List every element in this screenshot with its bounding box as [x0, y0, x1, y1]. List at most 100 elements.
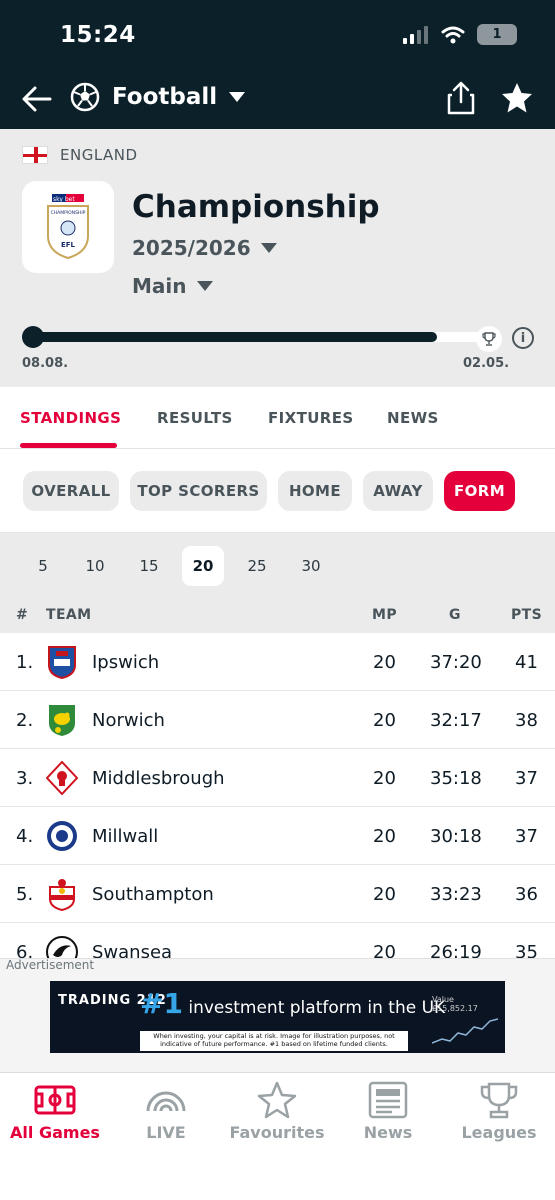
row-goals: 33:23	[430, 884, 482, 905]
tab-results[interactable]: RESULTS	[157, 409, 233, 427]
row-goals: 37:20	[430, 652, 482, 673]
row-rank: 2.	[16, 710, 34, 731]
back-button[interactable]	[20, 82, 54, 116]
filter-form[interactable]: FORM	[444, 471, 515, 511]
info-icon[interactable]: i	[512, 327, 534, 349]
favourite-star-button[interactable]	[500, 81, 534, 115]
form-option-15[interactable]: 15	[128, 546, 170, 586]
trophy-icon	[476, 326, 502, 352]
league-header: ENGLAND sky bet CHAMPIONSHIP EFL Champio…	[0, 129, 555, 387]
header-pts[interactable]: PTS	[511, 607, 542, 623]
season-selector[interactable]: 2025/2026	[132, 236, 277, 260]
standings-table: 1. Ipswich 20 37:20 41 2. Norwich 20 32:…	[0, 633, 555, 958]
nav-favourites-label: Favourites	[229, 1123, 325, 1142]
millwall-crest-icon	[47, 821, 77, 851]
ad-value-label: Value	[432, 995, 454, 1004]
newspaper-icon	[368, 1081, 408, 1119]
country-label: ENGLAND	[60, 146, 138, 164]
row-team: Norwich	[92, 710, 165, 731]
stage-selector[interactable]: Main	[132, 274, 213, 298]
form-option-5[interactable]: 5	[22, 546, 64, 586]
nav-leagues[interactable]: Leagues	[444, 1081, 554, 1142]
top-bar: 15:24 1 Football	[0, 0, 555, 129]
standings-table-header: # TEAM MP G PTS	[0, 599, 555, 633]
header-goals[interactable]: G	[449, 607, 461, 623]
nav-news-label: News	[363, 1123, 413, 1142]
filter-top-scorers[interactable]: TOP SCORERS	[130, 471, 267, 511]
row-team: Ipswich	[92, 652, 160, 673]
pitch-icon	[34, 1085, 76, 1115]
table-row[interactable]: 3. Middlesbrough 20 35:18 37	[0, 749, 555, 807]
football-icon	[70, 82, 100, 112]
row-mp: 20	[373, 942, 396, 958]
filter-home[interactable]: HOME	[278, 471, 352, 511]
ad-disclaimer: When investing, your capital is at risk.…	[140, 1031, 408, 1051]
row-rank: 3.	[16, 768, 34, 789]
country-row: ENGLAND	[22, 146, 138, 164]
logo-sponsor-text: sky bet	[53, 196, 75, 203]
status-time: 15:24	[60, 22, 136, 48]
ad-headline: #1 investment platform in the UK	[140, 987, 445, 1020]
nav-news[interactable]: News	[333, 1081, 443, 1142]
form-option-30[interactable]: 30	[290, 546, 332, 586]
logo-league-text: CHAMPIONSHIP	[51, 210, 86, 216]
logo-efl-text: EFL	[61, 241, 76, 249]
championship-logo-icon: sky bet CHAMPIONSHIP EFL	[47, 194, 89, 260]
filter-away[interactable]: AWAY	[363, 471, 433, 511]
nav-all-games-label: All Games	[10, 1123, 100, 1142]
progress-knob	[22, 326, 44, 348]
filter-overall[interactable]: OVERALL	[23, 471, 119, 511]
table-row[interactable]: 6. Swansea 20 26:19 35	[0, 923, 555, 958]
chevron-down-icon	[260, 243, 277, 253]
chevron-down-icon	[196, 281, 213, 291]
form-match-count-selector: 5 10 15 20 25 30	[0, 533, 555, 599]
progress-fill	[32, 332, 437, 342]
signal-icon	[403, 25, 428, 44]
sport-selector[interactable]: Football	[70, 82, 246, 112]
ad-headline-rank: #1	[140, 987, 183, 1020]
status-icons: 1	[403, 24, 517, 45]
season-label: 2025/2026	[132, 236, 251, 260]
southampton-crest-icon	[49, 879, 75, 911]
row-mp: 20	[373, 768, 396, 789]
row-mp: 20	[373, 652, 396, 673]
table-row[interactable]: 4. Millwall 20 30:18 37	[0, 807, 555, 865]
form-option-25[interactable]: 25	[236, 546, 278, 586]
table-row[interactable]: 1. Ipswich 20 37:20 41	[0, 633, 555, 691]
header-mp[interactable]: MP	[372, 607, 397, 623]
active-tab-indicator	[20, 443, 117, 448]
england-flag-icon	[22, 146, 48, 164]
sport-label: Football	[112, 84, 218, 110]
table-row[interactable]: 2. Norwich 20 32:17 38	[0, 691, 555, 749]
league-title: Championship	[132, 189, 380, 225]
share-button[interactable]	[445, 80, 477, 116]
nav-all-games[interactable]: All Games	[0, 1081, 110, 1142]
table-row[interactable]: 5. Southampton 20 33:23 36	[0, 865, 555, 923]
nav-live[interactable]: LIVE	[111, 1081, 221, 1142]
trophy-icon	[480, 1082, 518, 1119]
tab-standings[interactable]: STANDINGS	[20, 409, 121, 427]
row-mp: 20	[373, 884, 396, 905]
tab-news[interactable]: NEWS	[387, 409, 439, 427]
header-team: TEAM	[46, 607, 92, 623]
row-team: Millwall	[92, 826, 159, 847]
ad-headline-text: investment platform in the UK	[188, 998, 446, 1018]
ad-value-amount: £15,852.17	[432, 1004, 478, 1013]
ad-banner[interactable]: TRADING 212 #1 investment platform in th…	[50, 981, 505, 1053]
nav-leagues-label: Leagues	[461, 1123, 537, 1142]
tab-fixtures[interactable]: FIXTURES	[268, 409, 354, 427]
nav-favourites[interactable]: Favourites	[222, 1081, 332, 1142]
live-icon	[146, 1091, 186, 1112]
row-goals: 35:18	[430, 768, 482, 789]
form-option-20[interactable]: 20	[182, 546, 224, 586]
standings-filters: OVERALL TOP SCORERS HOME AWAY FORM	[0, 449, 555, 533]
swansea-crest-icon	[46, 936, 78, 958]
row-rank: 6.	[16, 942, 34, 958]
star-outline-icon	[257, 1081, 297, 1119]
row-team: Southampton	[92, 884, 214, 905]
league-logo: sky bet CHAMPIONSHIP EFL	[22, 181, 114, 273]
wifi-icon	[441, 26, 465, 43]
season-end-date: 02.05.	[463, 356, 510, 371]
form-option-10[interactable]: 10	[74, 546, 116, 586]
row-team: Middlesbrough	[92, 768, 225, 789]
